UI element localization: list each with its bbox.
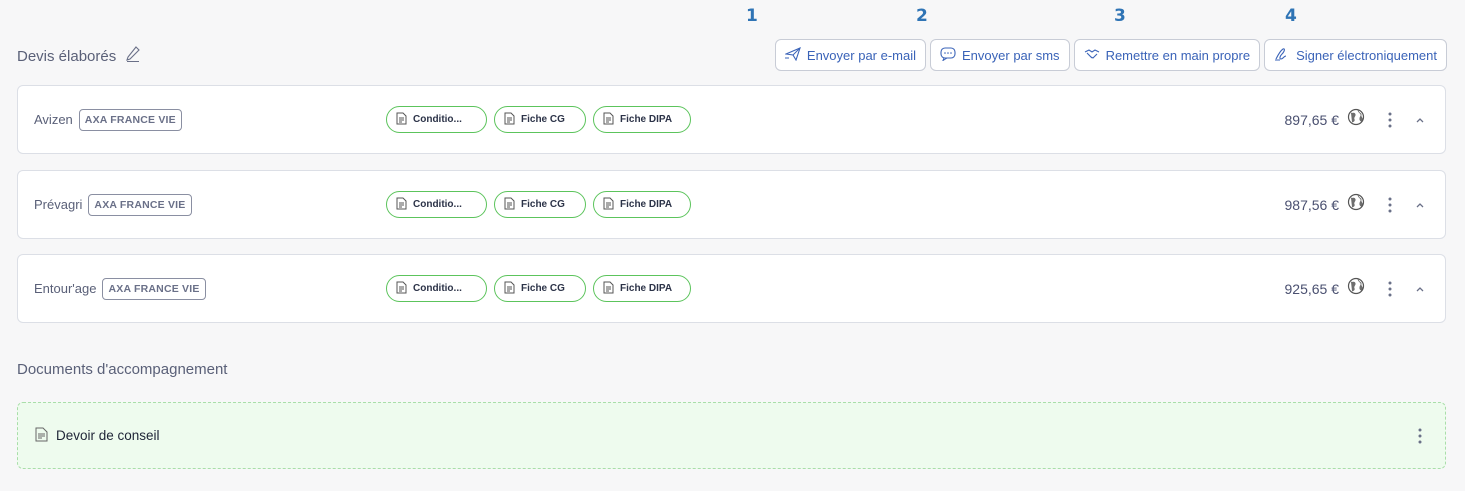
quote-name: Avizen (34, 112, 73, 127)
document-pill[interactable]: Fiche CG (494, 275, 586, 302)
sms-icon (940, 46, 956, 64)
quote-name: Entour'age (34, 281, 97, 296)
document-pill[interactable]: Fiche DIPA (593, 106, 691, 133)
document-label: Fiche DIPA (620, 199, 673, 210)
quote-documents: Conditio... Fiche CG Fiche DIPA (386, 106, 691, 133)
document-pill[interactable]: Fiche CG (494, 191, 586, 218)
signature-icon (1274, 47, 1290, 64)
quote-card[interactable]: Entour'age AXA FRANCE VIE Conditio... Fi… (17, 254, 1446, 323)
quote-price: 925,65 € (1284, 280, 1340, 297)
document-label: Fiche CG (521, 199, 565, 210)
document-pill[interactable]: Fiche DIPA (593, 191, 691, 218)
quote-card[interactable]: Avizen AXA FRANCE VIE Conditio... Fiche … (17, 85, 1446, 154)
chevron-up-icon[interactable] (1415, 200, 1425, 210)
hand-deliver-button[interactable]: Remettre en main propre (1073, 39, 1261, 71)
document-pill[interactable]: Conditio... (386, 275, 487, 302)
document-icon (396, 197, 407, 213)
kebab-icon[interactable] (1383, 280, 1397, 298)
document-icon (35, 427, 48, 445)
document-label: Fiche DIPA (620, 114, 673, 125)
document-label: Conditio... (413, 114, 462, 125)
page-title: Devis élaborés (17, 47, 117, 65)
insurer-badge: AXA FRANCE VIE (102, 277, 206, 300)
quote-name: Prévagri (34, 197, 83, 212)
quote-documents: Conditio... Fiche CG Fiche DIPA (386, 191, 691, 218)
e-sign-label: Signer électroniquement (1296, 47, 1437, 63)
annotation-2: 2 (916, 6, 928, 26)
document-pill[interactable]: Conditio... (386, 106, 487, 133)
send-icon (783, 46, 801, 64)
annotation-3: 3 (1114, 6, 1126, 26)
send-sms-label: Envoyer par sms (962, 47, 1060, 63)
section-title: Documents d'accompagnement (17, 361, 228, 378)
insurer-badge: AXA FRANCE VIE (78, 108, 182, 131)
document-icon (396, 281, 407, 297)
document-pill[interactable]: Conditio... (386, 191, 487, 218)
send-email-button[interactable]: Envoyer par e-mail (774, 39, 927, 71)
kebab-icon[interactable] (1383, 111, 1397, 129)
insurer-badge: AXA FRANCE VIE (88, 193, 192, 216)
quote-card[interactable]: Prévagri AXA FRANCE VIE Conditio... Fich… (17, 170, 1446, 239)
annotation-1: 1 (746, 6, 758, 26)
send-email-label: Envoyer par e-mail (806, 47, 917, 63)
kebab-icon[interactable] (1383, 196, 1397, 214)
document-label: Fiche CG (521, 114, 565, 125)
send-sms-button[interactable]: Envoyer par sms (930, 39, 1070, 71)
document-icon (603, 197, 614, 213)
document-label: Fiche CG (521, 283, 565, 294)
accompanying-document-card[interactable]: Devoir de conseil (17, 402, 1446, 469)
e-sign-button[interactable]: Signer électroniquement (1264, 39, 1447, 71)
chevron-up-icon[interactable] (1415, 115, 1425, 125)
document-pill[interactable]: Fiche DIPA (593, 275, 691, 302)
document-icon (504, 281, 515, 297)
document-icon (603, 112, 614, 128)
document-icon (504, 197, 515, 213)
handshake-icon (1084, 47, 1100, 64)
action-toolbar: Envoyer par e-mail Envoyer par sms Remet… (774, 39, 1447, 71)
kebab-icon[interactable] (1413, 427, 1427, 445)
document-icon (396, 112, 407, 128)
document-pill[interactable]: Fiche CG (494, 106, 586, 133)
pencil-icon[interactable] (126, 46, 140, 66)
document-icon (504, 112, 515, 128)
quote-price: 987,56 € (1284, 196, 1340, 213)
document-name: Devoir de conseil (56, 428, 160, 443)
quote-documents: Conditio... Fiche CG Fiche DIPA (386, 275, 691, 302)
document-label: Conditio... (413, 199, 462, 210)
hand-deliver-label: Remettre en main propre (1105, 47, 1251, 63)
globe-icon[interactable] (1347, 277, 1365, 300)
quote-price: 897,65 € (1284, 111, 1340, 128)
globe-icon[interactable] (1347, 193, 1365, 216)
chevron-up-icon[interactable] (1415, 284, 1425, 294)
globe-icon[interactable] (1347, 108, 1365, 131)
annotation-4: 4 (1285, 6, 1297, 26)
page-header: Devis élaborés (17, 46, 140, 66)
document-label: Fiche DIPA (620, 283, 673, 294)
document-icon (603, 281, 614, 297)
document-label: Conditio... (413, 283, 462, 294)
